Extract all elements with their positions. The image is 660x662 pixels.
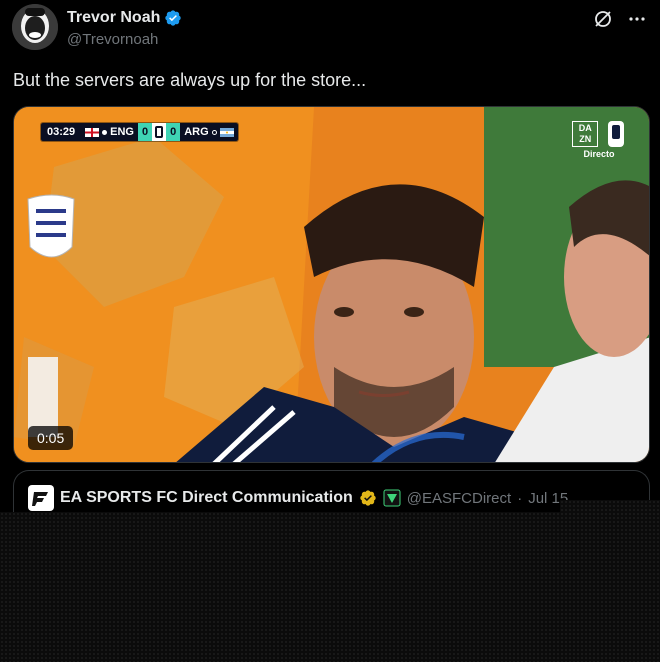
quoted-handle[interactable]: @EASFCDirect xyxy=(407,490,511,507)
video-player[interactable]: 03:29 ENG 0 0 ARG DA ZN Directo 0:05 xyxy=(13,106,650,463)
tweet-text: But the servers are always up for the st… xyxy=(13,70,367,90)
tournament-logo-icon xyxy=(152,123,167,141)
video-frame xyxy=(14,107,649,462)
grok-icon[interactable] xyxy=(592,8,614,30)
tournament-badge-icon xyxy=(607,121,624,147)
home-score: 0 xyxy=(137,123,153,141)
author-avatar-image xyxy=(12,4,58,50)
dazn-logo-icon: DA ZN xyxy=(572,121,599,147)
affiliate-badge-icon xyxy=(383,489,401,507)
header-actions xyxy=(592,8,648,30)
author-display-name[interactable]: Trevor Noah xyxy=(67,9,160,27)
display-name-row: Trevor Noah xyxy=(67,8,182,28)
obscured-region xyxy=(0,512,660,662)
possession-dot-icon xyxy=(102,129,108,135)
possession-ring-icon xyxy=(211,129,217,135)
author-avatar[interactable] xyxy=(12,4,58,50)
author-handle[interactable]: @Trevornoah xyxy=(67,31,182,48)
scorebug: 03:29 ENG 0 0 ARG xyxy=(41,123,238,141)
match-clock: 03:29 xyxy=(41,123,82,141)
broadcaster-label: Directo xyxy=(583,149,615,159)
tweet-page: Trevor Noah @Trevornoah But the servers … xyxy=(0,0,660,662)
ea-fc-logo-icon xyxy=(31,488,51,508)
home-team: ENG xyxy=(81,123,138,141)
england-flag-icon xyxy=(85,127,100,137)
quoted-tweet-header: EA SPORTS FC Direct Communication @EASFC… xyxy=(28,485,568,511)
away-score: 0 xyxy=(166,123,181,141)
video-duration: 0:05 xyxy=(28,426,74,450)
argentina-flag-icon xyxy=(219,127,234,137)
away-team-label: ARG xyxy=(184,126,209,138)
author-names: Trevor Noah @Trevornoah xyxy=(67,8,182,48)
tweet-header: Trevor Noah @Trevornoah xyxy=(12,4,648,54)
away-team: ARG xyxy=(180,123,238,141)
quoted-avatar[interactable] xyxy=(28,485,54,511)
more-icon[interactable] xyxy=(626,8,648,30)
broadcaster-logo: DA ZN Directo xyxy=(569,121,629,159)
quoted-separator: · xyxy=(517,489,523,507)
gold-verified-badge-icon xyxy=(360,490,376,506)
verified-badge-icon xyxy=(165,10,182,26)
quoted-display-name[interactable]: EA SPORTS FC Direct Communication xyxy=(60,489,353,507)
home-team-label: ENG xyxy=(110,126,134,138)
